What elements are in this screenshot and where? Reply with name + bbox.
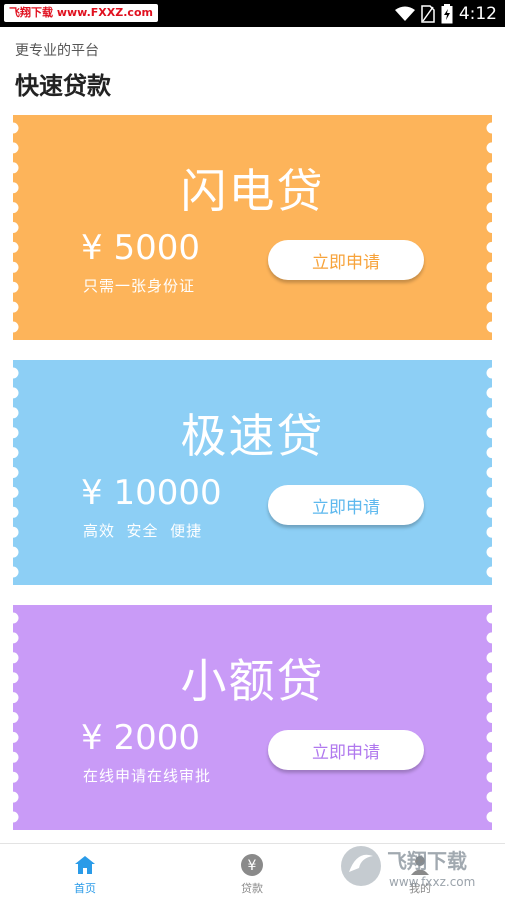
site-logo-watermark: 飞翔下载 www.fxxz.com bbox=[341, 846, 475, 889]
loan-card-express: 极速贷 ¥ 10000 高效 安全 便捷 立即申请 bbox=[13, 360, 492, 585]
card-amount: ¥ 2000 bbox=[81, 718, 200, 758]
no-sim-icon bbox=[421, 4, 435, 23]
apply-button[interactable]: 立即申请 bbox=[268, 730, 424, 770]
status-bar: 飞翔下载 www.FXXZ.com 4:12 bbox=[0, 0, 505, 27]
nav-label: 首页 bbox=[74, 882, 96, 895]
nav-item-home[interactable]: 首页 bbox=[35, 844, 135, 900]
yen-icon: ¥ bbox=[241, 854, 263, 876]
apply-button[interactable]: 立即申请 bbox=[268, 240, 424, 280]
svg-text:¥: ¥ bbox=[248, 858, 257, 874]
card-description: 只需一张身份证 bbox=[83, 277, 196, 295]
apply-button[interactable]: 立即申请 bbox=[268, 485, 424, 525]
svg-text:飞翔下载: 飞翔下载 bbox=[387, 849, 467, 873]
wifi-icon bbox=[394, 6, 415, 21]
loan-card-lightning: 闪电贷 ¥ 5000 只需一张身份证 立即申请 bbox=[13, 115, 492, 340]
nav-item-loan[interactable]: ¥ 贷款 bbox=[202, 844, 302, 900]
card-amount: ¥ 10000 bbox=[81, 473, 222, 513]
card-title: 闪电贷 bbox=[180, 164, 325, 218]
battery-icon bbox=[441, 3, 453, 23]
card-description: 高效 安全 便捷 bbox=[83, 522, 203, 540]
loan-card-small: 小额贷 ¥ 2000 在线申请在线审批 立即申请 bbox=[13, 605, 492, 830]
status-time: 4:12 bbox=[458, 3, 497, 24]
nav-label: 贷款 bbox=[241, 882, 263, 895]
card-title: 极速贷 bbox=[180, 409, 325, 463]
page-title: 快速贷款 bbox=[15, 72, 111, 100]
page-subtitle: 更专业的平台 bbox=[15, 43, 99, 59]
watermark-badge: 飞翔下载 www.FXXZ.com bbox=[4, 4, 158, 22]
card-description: 在线申请在线审批 bbox=[83, 767, 212, 785]
svg-text:www.fxxz.com: www.fxxz.com bbox=[389, 875, 475, 889]
status-icons: 4:12 bbox=[394, 0, 497, 27]
home-icon bbox=[75, 856, 95, 874]
card-amount: ¥ 5000 bbox=[81, 228, 200, 268]
card-title: 小额贷 bbox=[180, 654, 325, 708]
